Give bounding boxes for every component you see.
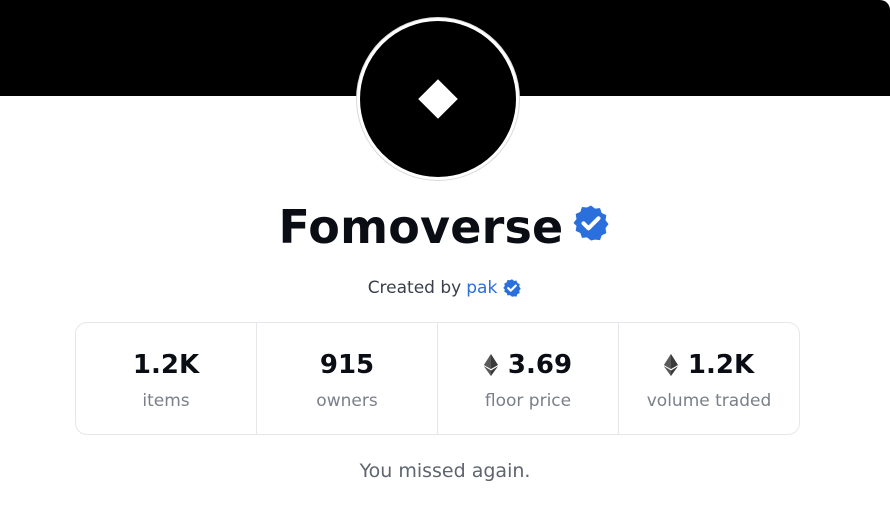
stat-value: 915 (320, 347, 374, 383)
creator-row: Created by pak (0, 276, 890, 300)
stat-items[interactable]: 1.2K items (76, 323, 257, 434)
stat-floor-price[interactable]: 3.69 floor price (438, 323, 619, 434)
diamond-icon (418, 79, 458, 119)
verified-badge-icon (503, 279, 522, 297)
stat-value: 3.69 (483, 347, 573, 383)
stat-number: 1.2K (132, 349, 200, 380)
stat-label: volume traded (646, 390, 772, 411)
collection-title: Fomoverse (278, 200, 564, 254)
collection-stats: 1.2K items 915 owners 3.69 floor price 1… (75, 322, 800, 435)
collection-page: Fomoverse Created by pak 1.2K items 915 … (0, 0, 890, 525)
collection-message: You missed again. (359, 460, 531, 482)
creator-prefix: Created by (367, 278, 462, 298)
stat-label: items (142, 390, 190, 411)
verified-badge-icon (573, 205, 609, 241)
collection-avatar[interactable] (357, 18, 519, 180)
stat-owners[interactable]: 915 owners (257, 323, 438, 434)
stat-number: 3.69 (507, 349, 573, 380)
creator-link[interactable]: pak (466, 278, 497, 298)
stat-number: 915 (319, 349, 375, 380)
stat-number: 1.2K (687, 349, 755, 380)
stat-volume-traded[interactable]: 1.2K volume traded (619, 323, 799, 434)
stat-label: owners (316, 390, 378, 411)
eth-icon (663, 353, 678, 376)
eth-icon (483, 353, 498, 376)
stat-value: 1.2K (663, 347, 755, 383)
stat-value: 1.2K (133, 347, 199, 383)
stat-label: floor price (484, 390, 572, 411)
title-row: Fomoverse (0, 197, 890, 257)
